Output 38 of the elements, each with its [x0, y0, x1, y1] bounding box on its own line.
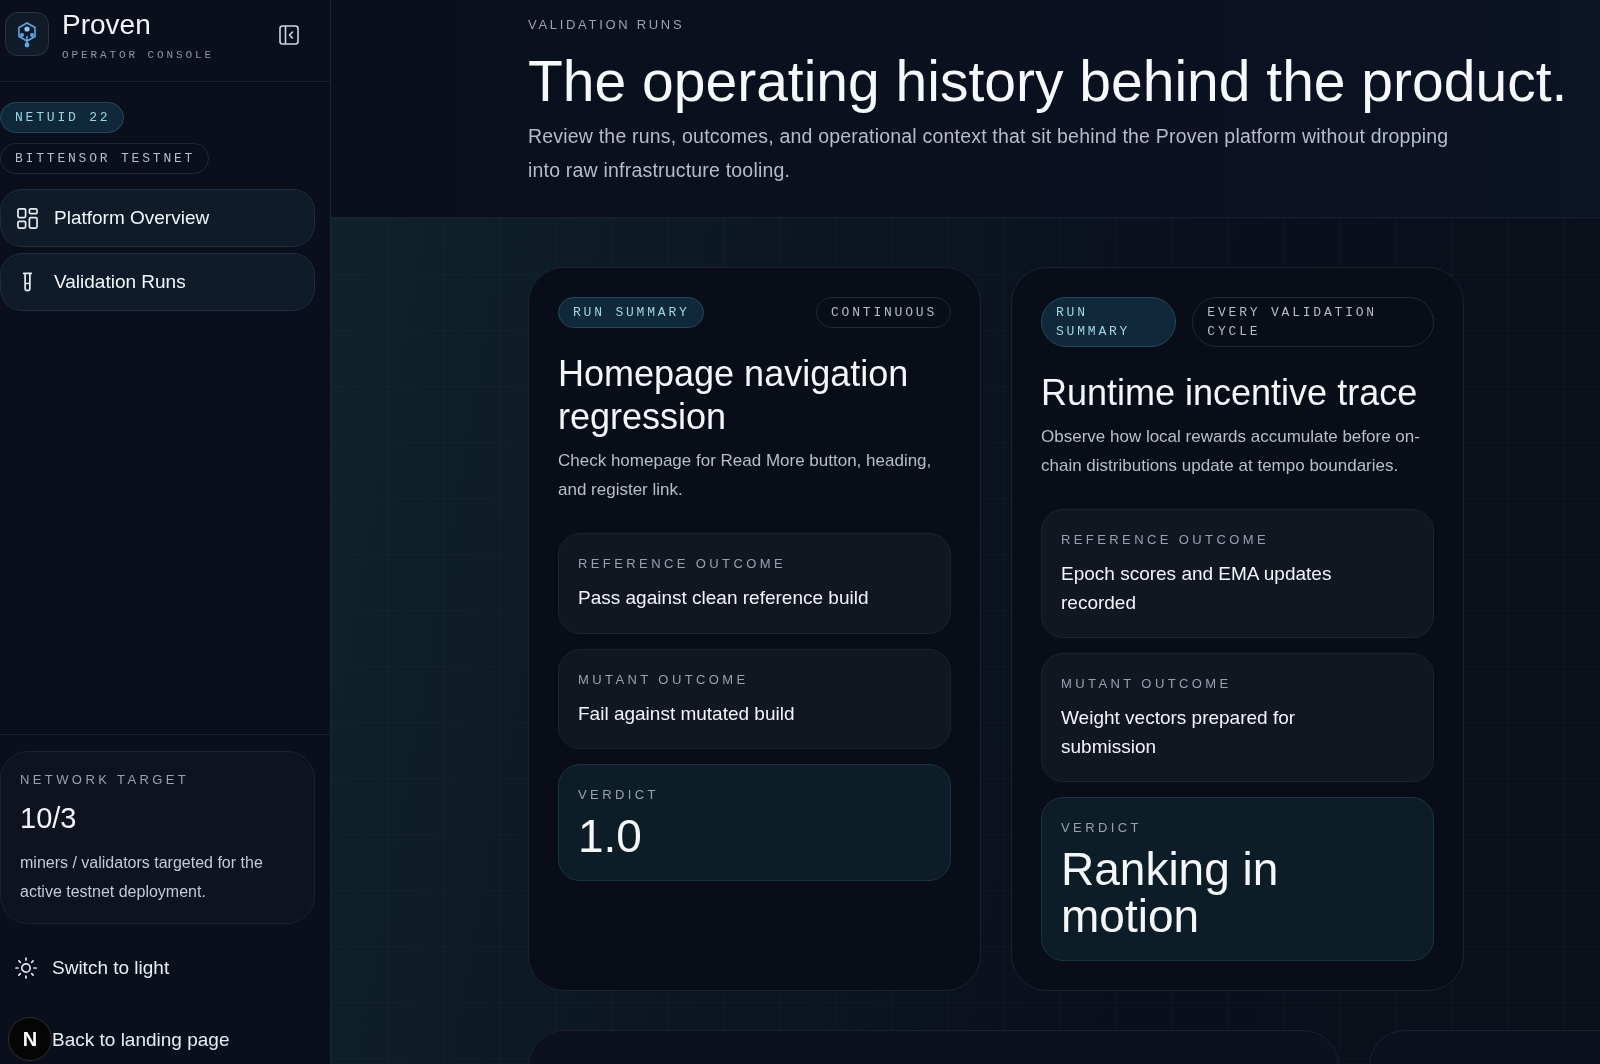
panel-label: VERDICT	[1061, 819, 1142, 837]
panel-label: VERDICT	[578, 786, 659, 804]
logo-icon	[5, 12, 49, 56]
page-description: Review the runs, outcomes, and operational context that sit behind the Proven platform without dropping into raw infrastructure tooling.	[528, 124, 1450, 183]
brand-subtitle: OPERATOR CONSOLE	[62, 48, 215, 62]
cadence-tag: EVERY VALIDATION CYCLE	[1192, 297, 1434, 347]
summary-tag: RUN SUMMARY	[558, 297, 704, 328]
page-eyebrow: VALIDATION RUNS	[528, 16, 685, 34]
verdict-value: 1.0	[578, 813, 642, 860]
nav-item[interactable]: Platform Overview	[0, 189, 315, 247]
page-title: The operating history behind the product.	[528, 49, 1568, 113]
collapse-sidebar-button[interactable]	[279, 25, 299, 45]
panel-label: REFERENCE OUTCOME	[578, 555, 787, 573]
card-description: Check homepage for Read More button, heading, and register link.	[558, 450, 933, 501]
back-link[interactable]: Back to landing page	[52, 1018, 230, 1062]
summary-tag: RUN SUMMARY	[1041, 297, 1177, 347]
theme-toggle-button[interactable]: Switch to light	[0, 946, 182, 990]
target-description: miners / validators targeted for the active testnet deployment.	[20, 853, 264, 902]
outcome-value: Epoch scores and EMA updates recorded	[1061, 562, 1333, 615]
target-value: 10/3	[20, 801, 78, 835]
panel-label: MUTANT OUTCOME	[578, 670, 749, 689]
panel-left-icon	[279, 25, 299, 45]
panel-label: REFERENCE OUTCOME	[1061, 531, 1270, 549]
card-title: Homepage navigation regression	[558, 352, 910, 438]
nav-item[interactable]: Validation Runs	[0, 253, 315, 311]
network-tag: NETUID 22	[0, 102, 125, 133]
card-description: Observe how local rewards accumulate before on-chain distributions update at tempo boundaries.	[1041, 426, 1421, 477]
outcome-value: Pass against clean reference build	[578, 586, 869, 610]
dev-indicator-button[interactable]: N	[8, 1017, 52, 1061]
outcome-value: Fail against mutated build	[578, 701, 795, 726]
outcome-value: Weight vectors prepared for submission	[1061, 706, 1297, 759]
verdict-value: Ranking in motion	[1061, 846, 1280, 940]
card-title: Runtime incentive trace	[1041, 371, 1419, 414]
panel-label: MUTANT OUTCOME	[1061, 675, 1232, 693]
dashboard-grid-icon	[17, 207, 38, 229]
brand-name: Proven	[62, 10, 152, 40]
target-label: NETWORK TARGET	[20, 771, 191, 789]
sun-icon	[15, 957, 37, 979]
